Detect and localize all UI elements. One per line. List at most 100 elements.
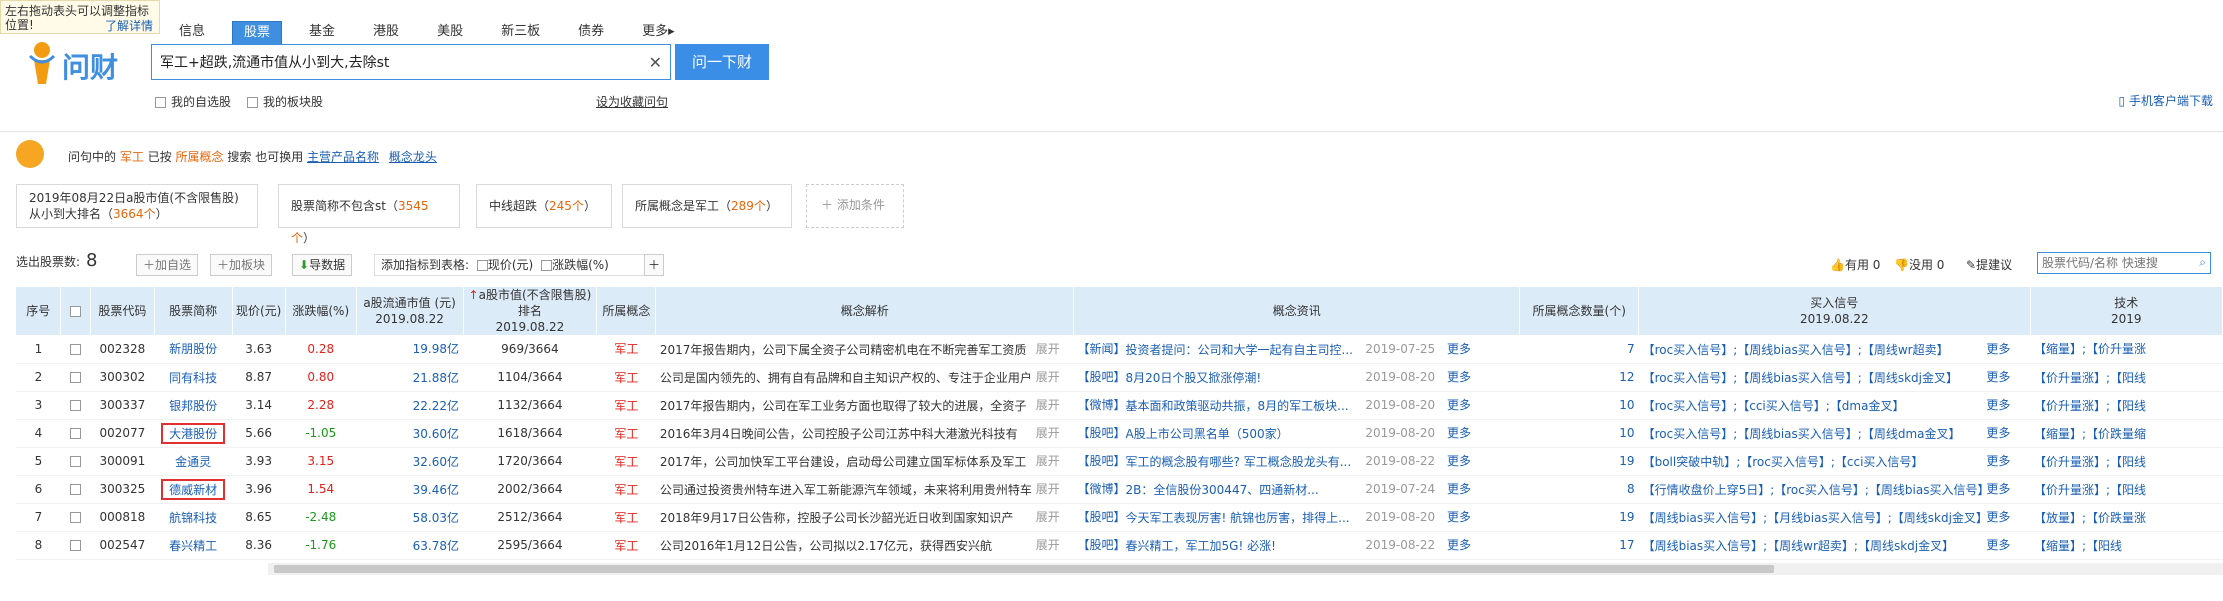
header-float-cap[interactable]: a股流通市值 (元) 2019.08.22 — [356, 287, 464, 335]
header-buy-signal[interactable]: 买入信号 2019.08.22 — [1638, 287, 2031, 335]
scrollbar-thumb[interactable] — [274, 565, 1774, 573]
cell-tech[interactable]: 【放量】;【价跌量涨 — [2030, 503, 2223, 532]
useful-button[interactable]: 👍有用 0 — [1830, 256, 1880, 273]
buy-more-link[interactable]: 更多 — [1986, 342, 2010, 356]
cell-concept-count[interactable]: 19 — [1519, 447, 1639, 476]
header-concept-desc[interactable]: 概念解析 — [655, 287, 1075, 335]
news-more-link[interactable]: 更多 — [1447, 342, 1471, 356]
my-block-option[interactable]: 我的板块股 — [247, 93, 323, 110]
buy-signal-text[interactable]: 【roc买入信号】;【周线bias买入信号】;【周线skdj金叉】 — [1643, 369, 1983, 386]
cell-select[interactable] — [60, 391, 91, 420]
buy-more-link[interactable]: 更多 — [1986, 454, 2010, 468]
stock-name-link[interactable]: 德威新材 — [161, 478, 226, 500]
cell-float-cap[interactable]: 22.22亿 — [356, 391, 463, 420]
header-concept-news[interactable]: 概念资讯 — [1073, 287, 1521, 335]
cell-tech[interactable]: 【价升量涨】;【阳线 — [2030, 363, 2223, 392]
news-link[interactable]: 2B：全信股份300447、四通新材... — [1126, 481, 1362, 498]
nav-stock[interactable]: 股票 — [232, 21, 283, 45]
header-tech[interactable]: 技术 2019 — [2030, 287, 2223, 335]
cell-select[interactable] — [60, 419, 91, 448]
clear-icon[interactable]: ✕ — [649, 53, 662, 72]
expand-link[interactable]: 展开 — [1036, 370, 1060, 384]
expand-link[interactable]: 展开 — [1036, 454, 1060, 468]
news-more-link[interactable]: 更多 — [1447, 398, 1471, 412]
expand-link[interactable]: 展开 — [1036, 342, 1060, 356]
cell-float-cap[interactable]: 63.78亿 — [356, 531, 463, 560]
cell-select[interactable] — [60, 335, 91, 364]
cell-name[interactable]: 金通灵 — [154, 447, 232, 476]
row-checkbox[interactable] — [70, 428, 82, 439]
add-block-button[interactable]: ＋加板块 — [210, 254, 273, 276]
header-cap-rank[interactable]: ↑a股市值(不含限售股)排名 2019.08.22 — [463, 287, 598, 335]
cell-concept-count[interactable]: 17 — [1519, 531, 1639, 560]
stock-name-link[interactable]: 春兴精工 — [161, 535, 225, 556]
add-select-button[interactable]: ＋加自选 — [136, 254, 199, 276]
table-row[interactable]: 2 300302 同有科技 8.87 0.80 21.88亿 1104/3664 军工 公司是国… — [16, 363, 2223, 392]
buy-more-link[interactable]: 更多 — [1986, 510, 2010, 524]
row-checkbox[interactable] — [70, 540, 82, 551]
expand-link[interactable]: 展开 — [1036, 482, 1060, 496]
cell-tech[interactable]: 【价升量涨】;【阳线 — [2030, 391, 2223, 420]
cell-float-cap[interactable]: 32.60亿 — [356, 447, 463, 476]
cell-select[interactable] — [60, 475, 91, 504]
row-checkbox[interactable] — [70, 400, 82, 411]
cell-tech[interactable]: 【价升量涨】;【阳线 — [2030, 475, 2223, 504]
expand-link[interactable]: 展开 — [1036, 426, 1060, 440]
cell-name[interactable]: 银邦股份 — [154, 391, 232, 420]
expand-link[interactable]: 展开 — [1036, 510, 1060, 524]
nav-more[interactable]: 更多▸ — [631, 21, 686, 43]
suggest-button[interactable]: ✎提建议 — [1966, 256, 2012, 273]
news-link[interactable]: A股上市公司黑名单（500家） — [1126, 425, 1362, 442]
nav-neeq[interactable]: 新三板 — [490, 21, 551, 43]
nav-us[interactable]: 美股 — [426, 21, 474, 43]
news-link[interactable]: 军工的概念股有哪些? 军工概念股龙头有... — [1126, 453, 1362, 470]
buy-signal-text[interactable]: 【roc买入信号】;【周线bias买入信号】;【周线dma金叉】 — [1643, 425, 1983, 442]
header-change[interactable]: 涨跌幅(%) — [285, 287, 357, 335]
header-concept[interactable]: 所属概念 — [596, 287, 657, 335]
cell-concept-count[interactable]: 7 — [1519, 335, 1639, 364]
my-block-checkbox[interactable] — [247, 97, 258, 108]
buy-more-link[interactable]: 更多 — [1986, 370, 2010, 384]
news-more-link[interactable]: 更多 — [1447, 426, 1471, 440]
expand-link[interactable]: 展开 — [1036, 398, 1060, 412]
buy-signal-text[interactable]: 【boll突破中轨】;【roc买入信号】;【cci买入信号】 — [1643, 453, 1983, 470]
buy-more-link[interactable]: 更多 — [1986, 426, 2010, 440]
table-row[interactable]: 8 002547 春兴精工 8.36 -1.76 63.78亿 2595/3664 军工 公司2… — [16, 531, 2223, 560]
cell-select[interactable] — [60, 531, 91, 560]
cell-float-cap[interactable]: 19.98亿 — [356, 335, 463, 364]
cell-select[interactable] — [60, 447, 91, 476]
cell-tech[interactable]: 【价升量涨】;【阳线 — [2030, 447, 2223, 476]
row-checkbox[interactable] — [70, 484, 82, 495]
row-checkbox[interactable] — [70, 456, 82, 467]
news-more-link[interactable]: 更多 — [1447, 370, 1471, 384]
quick-search-input[interactable] — [2038, 253, 2186, 273]
cell-name[interactable]: 航锦科技 — [154, 503, 232, 532]
news-more-link[interactable]: 更多 — [1447, 538, 1471, 552]
search-input[interactable] — [152, 45, 648, 79]
cell-name[interactable]: 大港股份 — [154, 419, 232, 448]
stock-name-link[interactable]: 同有科技 — [161, 367, 225, 388]
cell-tech[interactable]: 【缩量】;【价跌量缩 — [2030, 419, 2223, 448]
add-condition-button[interactable]: ＋ 添加条件 — [806, 184, 904, 228]
save-question-link[interactable]: 设为收藏问句 — [596, 93, 668, 110]
buy-signal-text[interactable]: 【roc买入信号】;【周线bias买入信号】;【周线wr超卖】 — [1643, 341, 1983, 358]
condition-exclude-st[interactable]: 股票简称不包含st（3545个） — [278, 184, 460, 245]
news-link[interactable]: 投资者提问：公司和大学一起有自主司控... — [1126, 341, 1362, 358]
table-row[interactable]: 3 300337 银邦股份 3.14 2.28 22.22亿 1132/3664 军工 2017… — [16, 391, 2223, 420]
buy-more-link[interactable]: 更多 — [1986, 398, 2010, 412]
buy-signal-text[interactable]: 【周线bias买入信号】;【月线bias买入信号】;【周线skdj金叉】 — [1643, 509, 1983, 526]
cell-name[interactable]: 同有科技 — [154, 363, 232, 392]
condition-market-cap-rank[interactable]: 2019年08月22日a股市值(不含限售股)从小到大排名（3664个） — [16, 184, 258, 228]
condition-military-concept[interactable]: 所属概念是军工（289个） — [622, 184, 792, 228]
stock-name-link[interactable]: 金通灵 — [167, 451, 219, 472]
buy-signal-text[interactable]: 【roc买入信号】;【cci买入信号】;【dma金叉】 — [1643, 397, 1983, 414]
news-more-link[interactable]: 更多 — [1447, 454, 1471, 468]
table-row[interactable]: 1 002328 新朋股份 3.63 0.28 19.98亿 969/3664 军工 2017年… — [16, 335, 2223, 364]
table-row[interactable]: 5 300091 金通灵 3.93 3.15 32.60亿 1720/3664 军工 2017年… — [16, 447, 2223, 476]
buy-signal-text[interactable]: 【行情收盘价上穿5日】;【roc买入信号】;【周线bias买入信号】 — [1643, 481, 1983, 498]
cell-concept-count[interactable]: 19 — [1519, 503, 1639, 532]
nav-bond[interactable]: 债券 — [567, 21, 615, 43]
cell-select[interactable] — [60, 503, 91, 532]
news-more-link[interactable]: 更多 — [1447, 510, 1471, 524]
cell-concept-count[interactable]: 8 — [1519, 475, 1639, 504]
